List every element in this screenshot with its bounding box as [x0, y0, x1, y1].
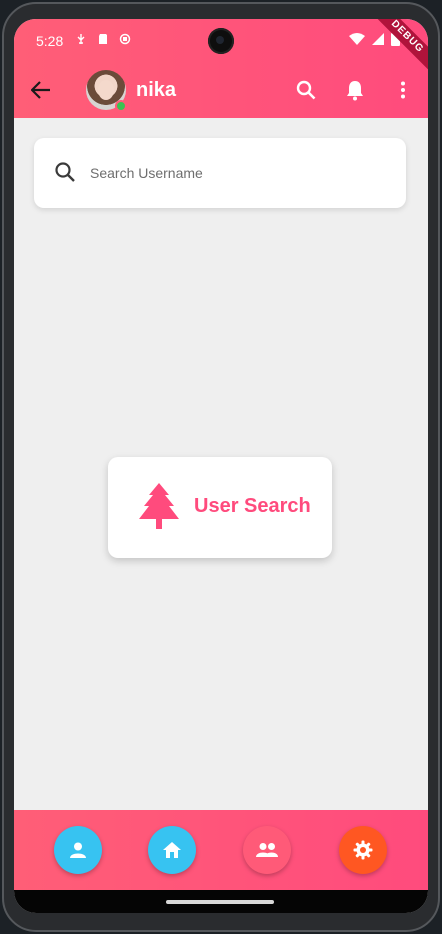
nav-profile-button[interactable]: [54, 826, 102, 874]
avatar-face: [98, 80, 114, 100]
chat-title: nika: [136, 79, 177, 101]
app-screen: 5:28 DEBUG nika Search Username User Sea…: [14, 19, 428, 913]
search-icon: [296, 80, 316, 100]
settings-icon: [353, 840, 373, 860]
more-vert-icon: [401, 81, 405, 99]
sync-icon: [118, 32, 132, 46]
more-options-button[interactable]: [390, 77, 416, 103]
device-frame: 5:28 DEBUG nika Search Username User Sea…: [0, 0, 442, 934]
user-search-card: User Search: [108, 457, 332, 558]
usb-debug-icon: [74, 32, 88, 46]
status-bar: 5:28 DEBUG: [14, 19, 428, 75]
person-icon: [70, 842, 86, 858]
bell-icon: [347, 80, 363, 100]
status-notification-icons: [74, 32, 132, 46]
search-button[interactable]: [293, 77, 319, 103]
search-field-icon: [54, 161, 78, 185]
group-icon: [256, 843, 278, 857]
back-button[interactable]: [28, 77, 54, 103]
sd-card-icon: [96, 32, 110, 46]
nav-settings-button[interactable]: [339, 826, 387, 874]
search-username-input[interactable]: [90, 156, 380, 190]
signal-icon: [371, 32, 385, 51]
home-gesture-indicator[interactable]: [166, 900, 274, 904]
tree-icon: [136, 481, 182, 533]
nav-friends-button[interactable]: [243, 826, 291, 874]
bottom-navigation: [14, 810, 428, 890]
wifi-icon: [349, 32, 365, 51]
search-card: [34, 138, 406, 208]
status-time: 5:28: [36, 33, 64, 49]
notifications-button[interactable]: [342, 77, 368, 103]
app-bar: nika: [14, 63, 428, 118]
nav-home-button[interactable]: [148, 826, 196, 874]
online-status-dot: [115, 100, 127, 112]
home-icon: [163, 842, 181, 858]
arrow-back-icon: [31, 81, 50, 99]
front-camera: [208, 28, 234, 54]
user-search-label: User Search: [194, 495, 311, 517]
